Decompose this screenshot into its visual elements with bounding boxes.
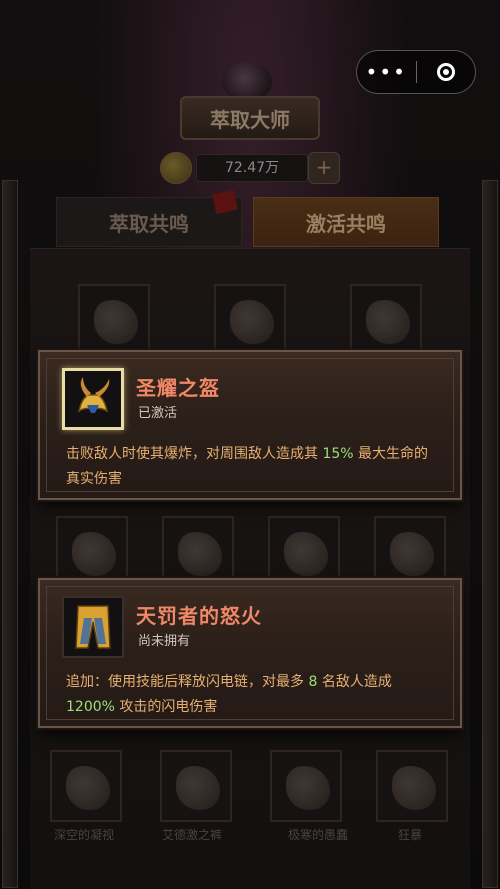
equipment-slot[interactable] xyxy=(374,516,446,580)
item-tooltip-card: 圣耀之盔 已激活 击败敌人时使其爆炸，对周围敌人造成其 15% 最大生命的真实伤… xyxy=(38,350,462,500)
currency-amount: 72.47万 xyxy=(196,154,308,182)
horned-helmet-icon xyxy=(77,377,110,413)
pants-icon xyxy=(392,766,436,810)
equipment-slot[interactable] xyxy=(56,516,128,580)
item-name: 天罚者的怒火 xyxy=(136,604,262,628)
item-status: 尚未拥有 xyxy=(138,634,191,649)
equipment-slot[interactable] xyxy=(214,284,286,356)
helmet-icon xyxy=(178,532,222,576)
desc-text: 击败敌人时使其爆炸，对周围敌人造成其 xyxy=(66,446,323,462)
equipment-slot[interactable] xyxy=(350,284,422,356)
helmet-icon xyxy=(72,532,116,576)
frame-right xyxy=(482,180,498,888)
desc-text: 名敌人造成 xyxy=(317,674,392,690)
plus-icon[interactable]: + xyxy=(308,152,340,184)
tab-activate-resonance[interactable]: 激活共鸣 xyxy=(253,197,439,247)
equipment-slot[interactable] xyxy=(78,284,150,356)
mask-icon xyxy=(94,300,138,344)
item-name: 圣耀之盔 xyxy=(136,376,220,400)
item-icon-frame xyxy=(62,368,124,430)
desc-number: 15% xyxy=(322,446,354,462)
frame-left xyxy=(2,180,18,888)
slot-label: 艾德激之裤 xyxy=(162,828,223,842)
equipment-slot[interactable] xyxy=(160,750,232,822)
target-icon[interactable] xyxy=(417,63,476,81)
equipment-slot[interactable] xyxy=(268,516,340,580)
helmet-icon xyxy=(284,532,328,576)
item-status: 已激活 xyxy=(138,406,178,421)
equipment-slot[interactable] xyxy=(162,516,234,580)
more-dots-icon[interactable]: ••• xyxy=(357,50,416,94)
item-description: 追加：使用技能后释放闪电链，对最多 8 名敌人造成 1200% 攻击的闪电伤害 xyxy=(66,670,440,720)
desc-text: 追加：使用技能后释放闪电链，对最多 xyxy=(66,674,309,690)
item-icon-frame xyxy=(62,596,124,658)
pants-icon xyxy=(75,605,111,649)
item-tooltip-card: 天罚者的怒火 尚未拥有 追加：使用技能后释放闪电链，对最多 8 名敌人造成 12… xyxy=(38,578,462,728)
helmet-icon xyxy=(366,300,410,344)
pants-icon xyxy=(286,766,330,810)
helmet-icon xyxy=(390,532,434,576)
slot-label: 极寒的愚蠢 xyxy=(288,828,349,842)
coin-icon xyxy=(160,152,192,184)
mini-program-capsule: ••• xyxy=(356,50,476,94)
pants-icon xyxy=(66,766,110,810)
slot-label: 深空的凝视 xyxy=(54,828,115,842)
equipment-slot[interactable] xyxy=(270,750,342,822)
desc-text: 攻击的闪电伤害 xyxy=(114,699,218,715)
equipment-slot[interactable] xyxy=(376,750,448,822)
slot-label: 狂暴 xyxy=(398,828,423,842)
currency-bar: 72.47万 + xyxy=(160,152,340,184)
horned-helmet-icon xyxy=(230,300,274,344)
desc-number: 1200% xyxy=(66,699,115,715)
item-description: 击败敌人时使其爆炸，对周围敌人造成其 15% 最大生命的真实伤害 xyxy=(66,442,440,492)
pants-icon xyxy=(176,766,220,810)
page-title: 萃取大师 xyxy=(180,96,320,140)
equipment-slot[interactable] xyxy=(50,750,122,822)
